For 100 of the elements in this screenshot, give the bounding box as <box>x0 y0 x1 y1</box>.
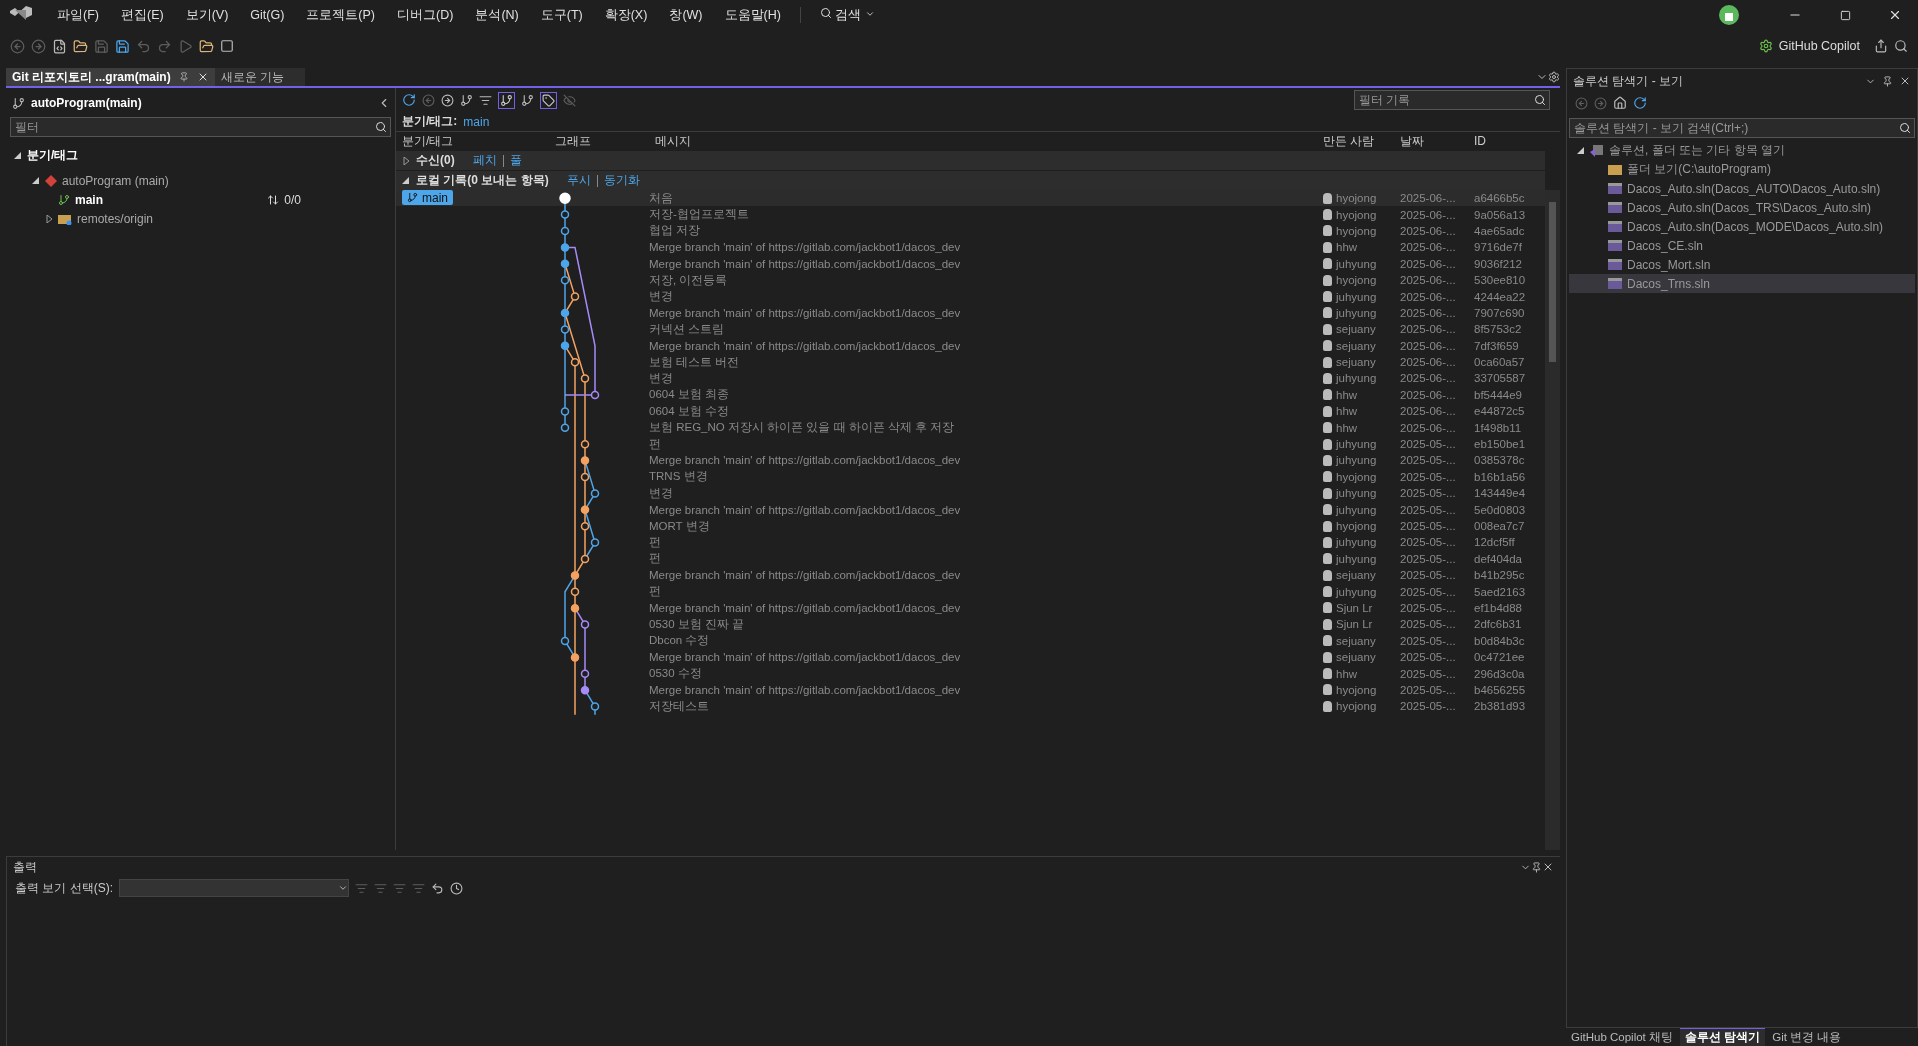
column-header[interactable]: 그래프 <box>555 132 655 150</box>
commit-row[interactable]: 변경 juhyung 2025-06-... 33705587 <box>396 370 1545 387</box>
menu-item[interactable]: 파일(F) <box>48 2 108 28</box>
back-icon[interactable] <box>1575 96 1588 110</box>
menu-item[interactable]: 편집(E) <box>111 2 173 28</box>
commit-row[interactable]: 협업 저장 hyojong 2025-06-... 4ae65adc <box>396 222 1545 240</box>
start-icon[interactable] <box>178 38 193 54</box>
list-icon[interactable] <box>479 93 492 107</box>
expanded-arrow-icon[interactable] <box>402 176 410 185</box>
solution-item[interactable]: Dacos_Auto.sln(Dacos_AUTO\Dacos_Auto.sln) <box>1569 179 1915 198</box>
menu-item[interactable]: 디버그(D) <box>388 2 463 28</box>
solution-item[interactable]: 폴더 보기(C:\autoProgram) <box>1569 160 1915 179</box>
solution-item[interactable]: 솔루션, 폴더 또는 기타 항목 열기 <box>1569 141 1915 160</box>
commit-row[interactable]: 펀 juhyung 2025-05-... def404da <box>396 550 1545 567</box>
pin-icon[interactable] <box>1531 861 1542 873</box>
collapsed-arrow-icon[interactable] <box>45 214 53 223</box>
branch-icon[interactable] <box>460 93 473 107</box>
group-link[interactable]: 풀 <box>509 152 522 169</box>
save-icon[interactable] <box>94 38 109 54</box>
close-icon[interactable] <box>1542 861 1554 873</box>
expanded-arrow-icon[interactable] <box>1577 146 1585 155</box>
commit-node[interactable] <box>570 653 580 662</box>
branch-tag[interactable]: main <box>402 190 453 206</box>
refresh-icon[interactable] <box>402 93 416 107</box>
commit-row[interactable]: Merge branch 'main' of https://gitlab.com/jackbot1/dacos_dev sejuany 2025-05-... b41b295c <box>396 567 1545 584</box>
layout-icon[interactable] <box>220 39 234 53</box>
commit-row[interactable]: 저장테스트 hyojong 2025-05-... 2b381d93 <box>396 698 1545 715</box>
commit-node[interactable] <box>560 226 570 236</box>
menu-item[interactable]: 확장(X) <box>595 2 657 28</box>
clock-icon[interactable] <box>450 881 463 895</box>
commit-node[interactable] <box>560 341 570 351</box>
history-filter-field[interactable]: 필터 기록 <box>1354 90 1550 110</box>
commit-node[interactable] <box>580 620 590 629</box>
commit-row[interactable]: TRNS 변경 hyojong 2025-05-... b16b1a56 <box>396 468 1545 486</box>
commit-node[interactable] <box>570 292 580 301</box>
commit-node[interactable] <box>560 210 570 219</box>
solution-item[interactable]: Dacos_Trns.sln <box>1569 274 1915 293</box>
group-link[interactable]: 동기화 <box>603 172 640 189</box>
hidden-icon[interactable] <box>563 93 576 107</box>
commit-row[interactable]: Merge branch 'main' of https://gitlab.com/jackbot1/dacos_dev sejuany 2025-05-... 0c4721ee <box>396 648 1545 666</box>
commit-node[interactable] <box>580 669 590 679</box>
save-all-icon[interactable] <box>115 38 130 54</box>
commit-node[interactable] <box>560 259 570 269</box>
commit-row[interactable]: 0604 보험 최종 hhw 2025-06-... bf5444e9 <box>396 386 1545 404</box>
commit-node[interactable] <box>560 243 570 252</box>
column-header[interactable]: 분기/태그 <box>402 132 555 150</box>
commit-row[interactable]: Merge branch 'main' of https://gitlab.com/jackbot1/dacos_dev juhyung 2025-05-... 5e0d0803 <box>396 501 1545 518</box>
expanded-arrow-icon[interactable] <box>32 176 40 185</box>
branch-name[interactable]: remotes/origin <box>77 211 154 226</box>
redo-icon[interactable] <box>157 38 172 54</box>
commit-node[interactable] <box>580 685 590 695</box>
menu-item[interactable]: 도움말(H) <box>715 2 790 28</box>
commit-node[interactable] <box>560 636 570 646</box>
undo-icon[interactable] <box>136 38 151 54</box>
solution-item[interactable]: Dacos_Auto.sln(Dacos_MODE\Dacos_Auto.sln) <box>1569 217 1915 236</box>
commit-node[interactable] <box>580 439 590 449</box>
commit-node[interactable] <box>590 489 600 498</box>
column-header[interactable]: 만든 사람 <box>1323 132 1400 150</box>
search-icon[interactable] <box>1899 122 1911 134</box>
user-avatar-icon[interactable] <box>1718 4 1740 26</box>
commit-node[interactable] <box>560 325 570 334</box>
commit-node[interactable] <box>560 308 570 318</box>
tag-icon[interactable] <box>540 91 557 109</box>
branch-name[interactable]: autoProgram (main) <box>62 173 169 188</box>
word-wrap-icon[interactable] <box>431 881 444 895</box>
column-header[interactable]: 날짜 <box>1400 132 1474 150</box>
branch-name[interactable]: main <box>75 192 103 207</box>
feedback-icon[interactable] <box>1894 39 1908 53</box>
commit-node[interactable] <box>560 423 570 433</box>
commit-node[interactable] <box>580 554 590 564</box>
commit-node[interactable] <box>580 374 590 383</box>
panel-tab[interactable]: GitHub Copilot 채팅 <box>1566 1028 1678 1046</box>
pin-icon[interactable] <box>1882 75 1893 87</box>
remote-branch-icon[interactable] <box>521 93 534 107</box>
panel-tab[interactable]: 솔루션 탐색기 <box>1680 1028 1766 1046</box>
commit-row[interactable]: Merge branch 'main' of https://gitlab.com/jackbot1/dacos_dev sejuany 2025-06-... 7df3f659 <box>396 337 1545 354</box>
branch-link[interactable]: main <box>463 114 490 129</box>
commit-row[interactable]: Merge branch 'main' of https://gitlab.com/jackbot1/dacos_dev hhw 2025-06-... 9716de7f <box>396 239 1545 256</box>
commit-row[interactable]: 저장, 이전등록 hyojong 2025-06-... 530ee810 <box>396 271 1545 289</box>
search-icon[interactable] <box>1534 94 1546 106</box>
panel-tab[interactable]: Git 변경 내용 <box>1767 1028 1847 1046</box>
collapsed-arrow-icon[interactable] <box>402 156 410 165</box>
commit-row[interactable]: 변경 juhyung 2025-05-... 143449e4 <box>396 485 1545 502</box>
commit-node[interactable] <box>580 505 590 515</box>
menu-item[interactable]: 보기(V) <box>176 2 238 28</box>
new-file-icon[interactable] <box>52 38 67 54</box>
pin-icon[interactable] <box>178 72 189 82</box>
commit-node[interactable] <box>570 571 580 580</box>
commit-node[interactable] <box>560 407 570 416</box>
commit-row[interactable]: 커넥션 스트림 sejuany 2025-06-... 8f5753c2 <box>396 321 1545 338</box>
menu-item[interactable]: Git(G) <box>241 4 294 26</box>
back-icon[interactable] <box>10 38 25 54</box>
menu-item[interactable]: 도구(T) <box>531 2 592 28</box>
column-header[interactable]: ID <box>1474 134 1545 148</box>
commit-row[interactable]: 보험 REG_NO 저장시 하이픈 있을 때 하이픈 삭제 후 저장 hhw 2025-06-... 1f498b11 <box>396 419 1545 436</box>
group-link[interactable]: 페치 <box>472 152 497 169</box>
column-header[interactable]: 메시지 <box>655 132 1323 150</box>
commit-row[interactable]: 0530 수정 hhw 2025-05-... 296d3c0a <box>396 665 1545 682</box>
filter-field[interactable]: 필터 <box>10 117 391 137</box>
commit-row[interactable]: Merge branch 'main' of https://gitlab.com/jackbot1/dacos_dev hyojong 2025-05-... b4656255 <box>396 681 1545 699</box>
